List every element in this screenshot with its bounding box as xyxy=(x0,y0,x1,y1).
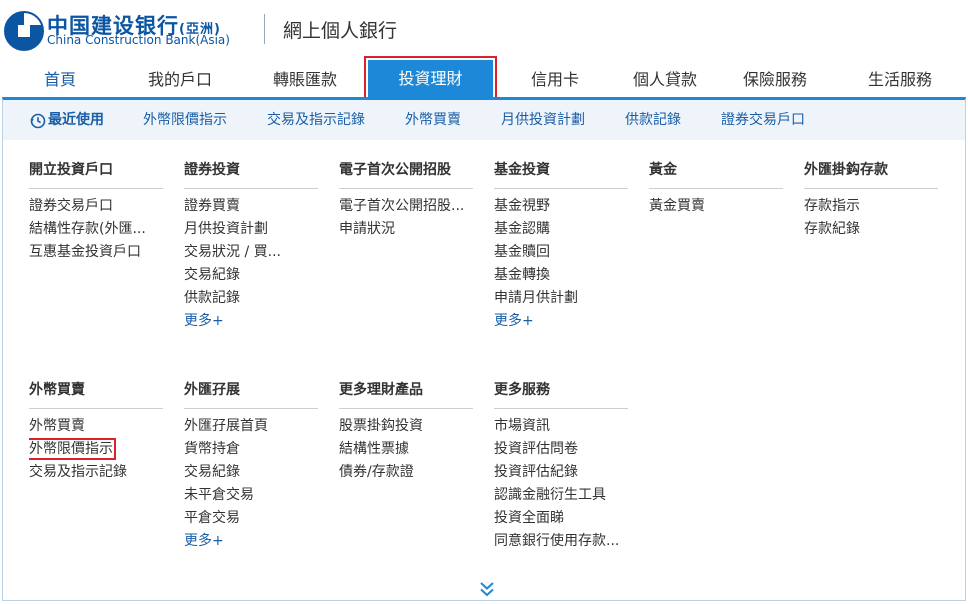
column-heading: 電子首次公開招股 xyxy=(339,162,451,178)
column-divider xyxy=(184,408,318,409)
menu-link[interactable]: 證券交易戶口 xyxy=(29,195,163,218)
menu-link[interactable]: 黃金買賣 xyxy=(649,195,783,218)
column-heading: 外匯掛鈎存款 xyxy=(804,162,888,178)
menu-link-fx-limit-order[interactable]: 外幣限價指示 xyxy=(29,438,163,461)
menu-link[interactable]: 電子首次公開招股... xyxy=(339,195,473,218)
menu-link[interactable]: 供款記錄 xyxy=(184,287,318,310)
nav-investment-highlight: 投資理財 xyxy=(364,56,497,102)
column-divider xyxy=(29,408,163,409)
menu-link[interactable]: 外匯孖展首頁 xyxy=(184,415,318,438)
more-link[interactable]: 更多+ xyxy=(494,310,628,333)
nav-transfers[interactable]: 轉賬匯款 xyxy=(255,62,355,98)
menu-link[interactable]: 申請狀況 xyxy=(339,218,473,241)
menu-link[interactable]: 證券買賣 xyxy=(184,195,318,218)
menu-link[interactable]: 結構性存款(外匯... xyxy=(29,218,163,241)
menu-link[interactable]: 互惠基金投資戶口 xyxy=(29,241,163,264)
column-divider xyxy=(494,408,628,409)
bank-name-en: China Construction Bank(Asia) xyxy=(47,33,230,47)
menu-column-fx-margin: 外匯孖展 外匯孖展首頁 貨幣持倉 交易紀錄 未平倉交易 平倉交易 更多+ xyxy=(184,380,318,553)
column-divider xyxy=(649,188,783,189)
column-divider xyxy=(339,408,473,409)
menu-link[interactable]: 外幣買賣 xyxy=(29,415,163,438)
menu-column-securities: 證券投資 證券買賣 月供投資計劃 交易狀況 / 買... 交易紀錄 供款記錄 更… xyxy=(184,160,318,333)
menu-link[interactable]: 同意銀行使用存款... xyxy=(494,530,628,553)
menu-link[interactable]: 交易狀況 / 買... xyxy=(184,241,318,264)
column-divider xyxy=(29,188,163,189)
menu-column-ipo: 電子首次公開招股 電子首次公開招股... 申請狀況 xyxy=(339,160,473,241)
column-divider xyxy=(184,188,318,189)
recent-item[interactable]: 交易及指示記錄 xyxy=(267,100,365,140)
recent-item[interactable]: 外幣限價指示 xyxy=(143,100,227,140)
menu-column-fx-linked-deposit: 外匯掛鈎存款 存款指示 存款紀錄 xyxy=(804,160,938,241)
menu-column-more-products: 更多理財產品 股票掛鈎投資 結構性票據 債券/存款證 xyxy=(339,380,473,484)
main-nav: 首頁 我的戶口 轉賬匯款 投資理財 信用卡 個人貸款 保險服務 生活服務 xyxy=(0,56,968,102)
menu-link[interactable]: 交易紀錄 xyxy=(184,461,318,484)
nav-insurance[interactable]: 保險服務 xyxy=(725,62,825,98)
menu-link[interactable]: 月供投資計劃 xyxy=(184,218,318,241)
menu-link[interactable]: 股票掛鈎投資 xyxy=(339,415,473,438)
nav-home[interactable]: 首頁 xyxy=(20,62,100,98)
recent-item[interactable]: 供款記錄 xyxy=(625,100,681,140)
double-chevron-down-icon[interactable] xyxy=(478,580,496,598)
site-title: 網上個人銀行 xyxy=(283,20,398,42)
menu-link[interactable]: 基金贖回 xyxy=(494,241,628,264)
menu-link[interactable]: 投資全面睇 xyxy=(494,507,628,530)
recent-bar: 最近使用 外幣限價指示 交易及指示記錄 外幣買賣 月供投資計劃 供款記錄 證券交… xyxy=(3,100,965,140)
more-link[interactable]: 更多+ xyxy=(184,530,318,553)
nav-personal-loans[interactable]: 個人貸款 xyxy=(615,62,715,98)
column-divider xyxy=(494,188,628,189)
menu-link[interactable]: 未平倉交易 xyxy=(184,484,318,507)
menu-link[interactable]: 認識金融衍生工具 xyxy=(494,484,628,507)
menu-column-open-account: 開立投資戶口 證券交易戶口 結構性存款(外匯... 互惠基金投資戶口 xyxy=(29,160,163,264)
nav-my-accounts[interactable]: 我的戶口 xyxy=(130,62,230,98)
menu-link-label[interactable]: 外幣限價指示 xyxy=(29,438,116,460)
column-heading: 外幣買賣 xyxy=(29,382,85,398)
column-heading: 外匯孖展 xyxy=(184,382,240,398)
menu-link[interactable]: 基金視野 xyxy=(494,195,628,218)
header: 中国建设银行(亞洲) China Construction Bank(Asia)… xyxy=(0,0,968,60)
menu-link[interactable]: 投資評估紀錄 xyxy=(494,461,628,484)
recent-item[interactable]: 月供投資計劃 xyxy=(501,100,585,140)
more-link[interactable]: 更多+ xyxy=(184,310,318,333)
column-heading: 證券投資 xyxy=(184,162,240,178)
column-divider xyxy=(804,188,938,189)
header-divider xyxy=(264,14,265,44)
recent-item[interactable]: 外幣買賣 xyxy=(405,100,461,140)
menu-link[interactable]: 存款紀錄 xyxy=(804,218,938,241)
nav-credit-card[interactable]: 信用卡 xyxy=(510,62,600,98)
menu-link[interactable]: 平倉交易 xyxy=(184,507,318,530)
menu-link[interactable]: 投資評估問卷 xyxy=(494,438,628,461)
menu-column-gold: 黃金 黃金買賣 xyxy=(649,160,783,218)
menu-link[interactable]: 貨幣持倉 xyxy=(184,438,318,461)
menu-link[interactable]: 結構性票據 xyxy=(339,438,473,461)
investment-menu-panel: 最近使用 外幣限價指示 交易及指示記錄 外幣買賣 月供投資計劃 供款記錄 證券交… xyxy=(2,97,966,601)
menu-link[interactable]: 存款指示 xyxy=(804,195,938,218)
nav-investment[interactable]: 投資理財 xyxy=(368,60,493,98)
menu-link[interactable]: 交易及指示記錄 xyxy=(29,461,163,484)
column-heading: 基金投資 xyxy=(494,162,550,178)
menu-link[interactable]: 市場資訊 xyxy=(494,415,628,438)
column-heading: 黃金 xyxy=(649,162,677,178)
menu-link[interactable]: 基金轉換 xyxy=(494,264,628,287)
menu-link[interactable]: 交易紀錄 xyxy=(184,264,318,287)
column-heading: 更多服務 xyxy=(494,382,550,398)
menu-link[interactable]: 債券/存款證 xyxy=(339,461,473,484)
column-heading: 開立投資戶口 xyxy=(29,162,113,178)
nav-life-services[interactable]: 生活服務 xyxy=(850,62,950,98)
menu-link[interactable]: 申請月供計劃 xyxy=(494,287,628,310)
menu-column-fx-trading: 外幣買賣 外幣買賣 外幣限價指示 交易及指示記錄 xyxy=(29,380,163,484)
column-heading: 更多理財產品 xyxy=(339,382,423,398)
clock-icon xyxy=(30,113,46,129)
bank-logo-icon[interactable] xyxy=(4,11,44,51)
column-divider xyxy=(339,188,473,189)
menu-column-funds: 基金投資 基金視野 基金認購 基金贖回 基金轉換 申請月供計劃 更多+ xyxy=(494,160,628,333)
menu-link[interactable]: 基金認購 xyxy=(494,218,628,241)
recent-title: 最近使用 xyxy=(48,112,104,128)
recent-item[interactable]: 證券交易戶口 xyxy=(721,100,805,140)
menu-column-more-services: 更多服務 市場資訊 投資評估問卷 投資評估紀錄 認識金融衍生工具 投資全面睇 同… xyxy=(494,380,628,553)
